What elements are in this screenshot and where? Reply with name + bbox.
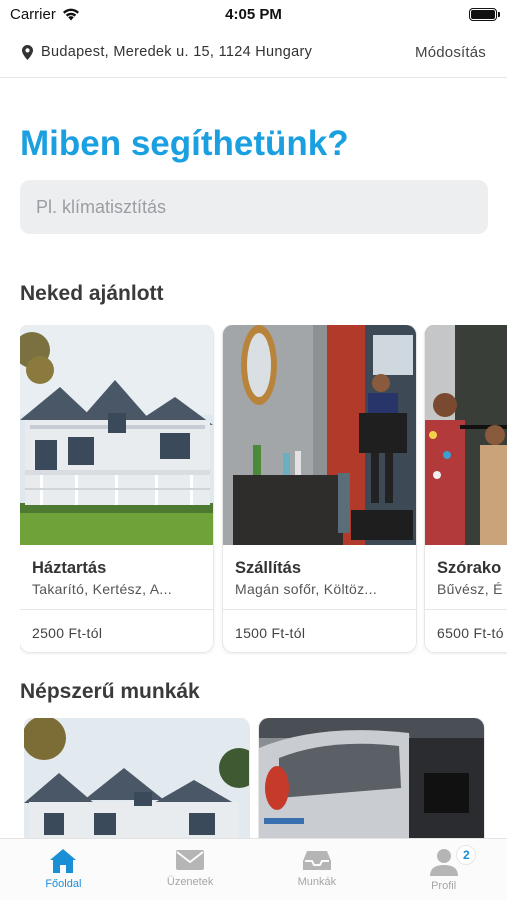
card-title: Szórako [437,559,502,577]
tab-home[interactable]: Főoldal [0,839,127,900]
popular-carousel[interactable] [24,718,507,848]
divider [20,609,213,610]
card-title: Háztartás [32,559,107,577]
card-price: 1500 Ft-tól [235,625,306,641]
card-subtitle: Magán sofőr, Költöz... [235,581,378,597]
page-title: Miben segíthetünk? [20,124,349,163]
notification-badge: 2 [456,845,477,865]
tab-jobs[interactable]: Munkák [254,839,381,900]
house-image [24,718,249,848]
location-address: Budapest, Meredek u. 15, 1124 Hungary [41,44,313,60]
status-bar: Carrier 4:05 PM [0,0,507,28]
category-card-household[interactable]: Háztartás Takarító, Kertész, A... 2500 F… [20,325,213,652]
tab-label: Üzenetek [166,876,214,888]
popular-card[interactable] [259,718,484,848]
house-image [20,325,213,545]
tab-messages[interactable]: Üzenetek [127,839,254,900]
card-subtitle: Takarító, Kertész, A... [32,581,172,597]
tab-profile[interactable]: Profil 2 [380,839,507,900]
mail-icon [176,850,205,870]
category-card-transport[interactable]: Szállítás Magán sofőr, Költöz... 1500 Ft… [223,325,416,652]
person-icon [429,849,458,876]
popular-card[interactable] [24,718,249,848]
popular-heading: Népszerű munkák [20,680,200,703]
divider [223,609,416,610]
search-input[interactable] [20,180,488,234]
inbox-icon [302,851,331,870]
card-price: 2500 Ft-tól [32,625,103,641]
location-pin-icon [22,44,33,60]
party-image [425,325,507,545]
recommended-heading: Neked ajánlott [20,282,164,305]
recommended-carousel[interactable]: Háztartás Takarító, Kertész, A... 2500 F… [20,325,507,655]
divider [425,609,507,610]
card-title: Szállítás [235,559,302,577]
moving-image [223,325,416,545]
tab-label: Profil [431,880,457,892]
tab-label: Főoldal [45,878,82,890]
tab-label: Munkák [297,876,337,888]
battery-icon [469,8,500,21]
category-card-entertainment[interactable]: Szórako Bűvész, É 6500 Ft-tó [425,325,507,652]
card-subtitle: Bűvész, É [437,581,503,597]
location[interactable]: Budapest, Meredek u. 15, 1124 Hungary [22,44,312,60]
clock: 4:05 PM [225,6,282,23]
edit-location-button[interactable]: Módosítás [415,44,486,61]
location-bar: Budapest, Meredek u. 15, 1124 Hungary Mó… [0,34,507,78]
tab-bar: Főoldal Üzenetek Munkák Profil 2 [0,838,507,900]
car-repair-image [259,718,484,848]
card-price: 6500 Ft-tó [437,625,504,641]
home-icon [50,849,77,873]
